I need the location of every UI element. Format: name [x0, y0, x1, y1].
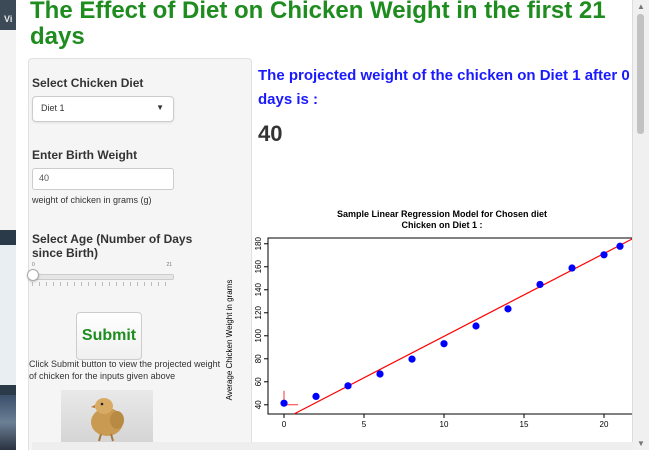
y-tick-label: 100	[254, 329, 263, 343]
birth-weight-input[interactable]: 40	[32, 168, 174, 190]
chick-illustration	[91, 398, 124, 442]
background-editor-pane	[0, 30, 16, 230]
data-point	[472, 322, 480, 330]
data-point	[440, 340, 448, 348]
y-axis-label: Average Chicken Weight in grams	[225, 280, 234, 401]
projection-text: The projected weight of the chicken on D…	[258, 67, 630, 108]
data-point	[616, 242, 624, 250]
background-console-pane	[0, 245, 16, 385]
age-slider-ticks	[32, 282, 172, 286]
age-slider-handle[interactable]	[27, 269, 39, 281]
background-wallpaper	[0, 395, 16, 450]
data-point	[408, 355, 416, 363]
age-slider-min: 0	[32, 262, 35, 268]
chevron-down-icon: ▼	[156, 103, 164, 112]
age-label: Select Age (Number of Days since Birth)	[32, 232, 193, 260]
x-tick-label: 10	[440, 420, 449, 429]
y-tick-label: 60	[254, 377, 263, 386]
birth-weight-label: Enter Birth Weight	[32, 148, 138, 162]
y-tick-label: 120	[254, 306, 263, 320]
x-tick-label: 5	[362, 420, 367, 429]
chart-marks: 0 5 10 15 20 40 60 80 100 120 140 160 180	[254, 237, 635, 429]
background-window-title: Vi	[4, 14, 13, 24]
data-point	[312, 392, 320, 400]
page-title: The Effect of Diet on Chicken Weight in …	[30, 0, 606, 50]
chart-title: Sample Linear Regression Model for Chose…	[337, 209, 547, 219]
y-tick-label: 40	[254, 400, 263, 409]
x-tick-label: 15	[520, 420, 529, 429]
age-slider-track[interactable]	[32, 274, 174, 280]
chick-image	[61, 390, 153, 442]
scroll-up-icon[interactable]: ▲	[637, 2, 645, 11]
age-slider-max: 21	[166, 262, 172, 268]
diet-select-value: Diet 1	[41, 103, 65, 113]
data-point	[536, 280, 544, 289]
y-tick-label: 160	[254, 260, 263, 274]
birth-weight-help: weight of chicken in grams (g)	[32, 195, 152, 205]
data-point	[344, 382, 352, 390]
data-point	[568, 264, 576, 272]
projected-weight: 40	[258, 121, 283, 146]
data-point	[504, 305, 512, 313]
scroll-down-icon[interactable]: ▼	[637, 439, 645, 448]
plot-frame	[267, 237, 636, 415]
data-point	[280, 399, 288, 407]
data-point	[376, 370, 384, 378]
submit-button[interactable]: Submit	[76, 312, 142, 360]
background-desktop: Vi	[0, 0, 16, 450]
regression-plot: Sample Linear Regression Model for Chose…	[225, 209, 636, 429]
x-tick-label: 20	[600, 420, 609, 429]
vertical-scrollbar[interactable]: ▲ ▼	[632, 0, 649, 450]
horizontal-scrollbar[interactable]	[32, 442, 633, 450]
y-tick-label: 140	[254, 283, 263, 297]
chart-subtitle: Chicken on Diet 1 :	[401, 220, 482, 230]
age-slider[interactable]: 0 21	[27, 262, 174, 286]
shiny-app-window: The Effect of Diet on Chicken Weight in …	[16, 0, 649, 450]
y-tick-label: 180	[254, 237, 263, 251]
y-tick-label: 80	[254, 354, 263, 363]
diet-label: Select Chicken Diet	[32, 76, 144, 90]
scrollbar-thumb[interactable]	[637, 14, 644, 134]
data-point	[600, 251, 608, 259]
x-tick-label: 0	[282, 420, 287, 429]
diet-select[interactable]: Diet 1 ▼	[32, 96, 174, 122]
submit-help: Click Submit button to view the projecte…	[29, 359, 221, 381]
birth-weight-value: 40	[39, 173, 50, 183]
submit-button-label: Submit	[81, 327, 137, 344]
